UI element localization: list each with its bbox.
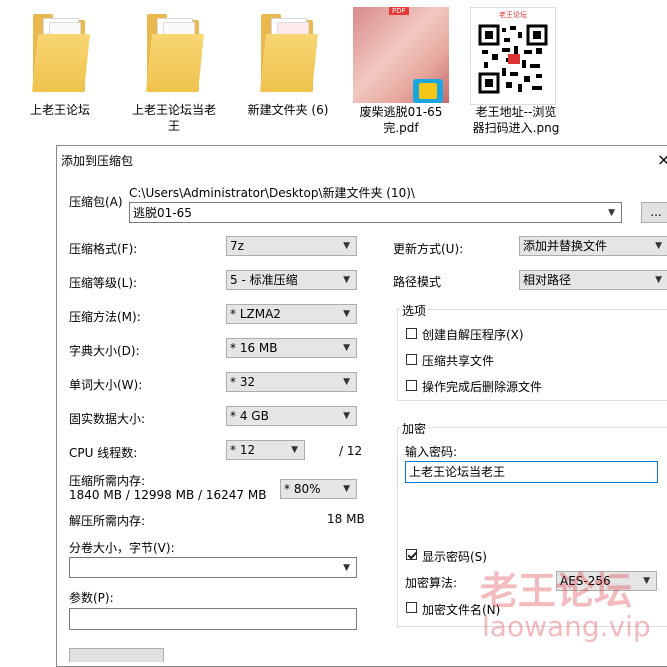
encrypt-names-checkbox[interactable] bbox=[406, 602, 417, 613]
password-label: 输入密码: bbox=[405, 445, 458, 459]
chevron-down-icon: ▼ bbox=[343, 241, 350, 251]
chevron-down-icon: ▼ bbox=[343, 563, 350, 573]
method-select[interactable]: * LZMA2 ▼ bbox=[226, 304, 357, 324]
pdf-thumbnail-icon: PDF bbox=[353, 7, 449, 103]
qr-badge: 老王论坛 bbox=[499, 11, 527, 19]
shared-checkbox[interactable] bbox=[406, 354, 417, 365]
chevron-down-icon: ▼ bbox=[343, 309, 350, 319]
desktop-folder-2[interactable]: 上老王论坛当老王 bbox=[126, 0, 222, 134]
threads-total: / 12 bbox=[339, 444, 363, 458]
solid-value: * 4 GB bbox=[230, 409, 269, 423]
chevron-down-icon: ▼ bbox=[608, 208, 615, 218]
desktop-icon-label: 上老王论坛当老王 bbox=[131, 103, 216, 133]
chevron-down-icon: ▼ bbox=[343, 343, 350, 353]
password-input[interactable]: 上老王论坛当老王 bbox=[405, 461, 658, 483]
mem-compress-detail: 1840 MB / 12998 MB / 16247 MB bbox=[69, 488, 267, 502]
desktop-icon-label: 老王地址--浏览器扫码进入.png bbox=[472, 105, 560, 135]
desktop-folder-1[interactable]: 上老王论坛 bbox=[12, 0, 108, 118]
format-value: 7z bbox=[230, 239, 244, 253]
desktop-icon-label: 新建文件夹 (6) bbox=[247, 103, 329, 117]
browse-button[interactable]: ... bbox=[641, 202, 667, 223]
chevron-down-icon: ▼ bbox=[655, 275, 662, 285]
level-label: 压缩等级(L): bbox=[69, 276, 138, 290]
word-label: 单词大小(W): bbox=[69, 378, 143, 392]
params-input[interactable] bbox=[69, 608, 357, 630]
mem-decompress-label: 解压所需内存: bbox=[69, 514, 146, 528]
watermark-title: 老王论坛 bbox=[480, 569, 633, 613]
method-value: * LZMA2 bbox=[230, 307, 281, 321]
archive-name-value: 逃脱01-65 bbox=[133, 206, 192, 220]
bottom-button[interactable] bbox=[69, 648, 164, 662]
chevron-down-icon: ▼ bbox=[655, 241, 662, 251]
path-mode-value: 相对路径 bbox=[523, 273, 572, 287]
sfx-checkbox[interactable] bbox=[406, 328, 417, 339]
update-label: 更新方式(U): bbox=[393, 242, 464, 256]
level-select[interactable]: 5 - 标准压缩 ▼ bbox=[226, 270, 357, 290]
algo-label: 加密算法: bbox=[405, 576, 458, 590]
encryption-title: 加密 bbox=[400, 420, 429, 437]
word-select[interactable]: * 32 ▼ bbox=[226, 372, 357, 392]
params-label: 参数(P): bbox=[69, 591, 114, 605]
mem-percent-select[interactable]: * 80% ▼ bbox=[280, 479, 357, 499]
mem-compress-label: 压缩所需内存: bbox=[69, 474, 146, 488]
folder-icon bbox=[145, 14, 205, 92]
volume-label: 分卷大小，字节(V): bbox=[69, 541, 175, 555]
archive-path: C:\Users\Administrator\Desktop\新建文件夹 (10… bbox=[129, 186, 415, 200]
close-icon[interactable]: × bbox=[657, 150, 667, 169]
chevron-down-icon: ▼ bbox=[343, 411, 350, 421]
format-label: 压缩格式(F): bbox=[69, 242, 138, 256]
show-password-label[interactable]: 显示密码(S) bbox=[422, 548, 487, 565]
qr-code-icon bbox=[478, 24, 548, 94]
shared-label[interactable]: 压缩共享文件 bbox=[422, 352, 494, 369]
dict-select[interactable]: * 16 MB ▼ bbox=[226, 338, 357, 358]
dict-value: * 16 MB bbox=[230, 341, 278, 355]
chevron-down-icon: ▼ bbox=[343, 484, 350, 494]
dialog-title: 添加到压缩包 bbox=[61, 154, 134, 168]
delete-after-label[interactable]: 操作完成后删除源文件 bbox=[422, 378, 542, 395]
options-title: 选项 bbox=[400, 302, 429, 319]
sfx-label[interactable]: 创建自解压程序(X) bbox=[422, 326, 524, 343]
folder-icon bbox=[31, 14, 91, 92]
threads-select[interactable]: * 12 ▼ bbox=[226, 440, 305, 460]
chevron-down-icon: ▼ bbox=[343, 377, 350, 387]
folder-icon bbox=[259, 14, 319, 92]
solid-label: 固实数据大小: bbox=[69, 412, 146, 426]
format-select[interactable]: 7z ▼ bbox=[226, 236, 357, 256]
pdf-badge: PDF bbox=[389, 7, 409, 15]
update-select[interactable]: 添加并替换文件 ▼ bbox=[519, 236, 667, 256]
word-value: * 32 bbox=[230, 375, 256, 389]
dialog-titlebar[interactable]: 添加到压缩包 × bbox=[57, 146, 667, 172]
mem-decompress-value: 18 MB bbox=[327, 512, 365, 526]
desktop-folder-3[interactable]: 新建文件夹 (6) bbox=[240, 0, 336, 118]
qr-code-thumbnail-icon: 老王论坛 bbox=[470, 7, 556, 105]
chevron-down-icon: ▼ bbox=[291, 445, 298, 455]
watermark-url: laowang.vip bbox=[482, 610, 651, 643]
update-value: 添加并替换文件 bbox=[523, 239, 608, 253]
show-password-checkbox[interactable] bbox=[406, 549, 417, 560]
dict-label: 字典大小(D): bbox=[69, 344, 140, 358]
path-mode-label: 路径模式 bbox=[393, 275, 442, 289]
level-value: 5 - 标准压缩 bbox=[230, 273, 298, 287]
desktop-icon-label: 废柴逃脱01-65完.pdf bbox=[359, 105, 443, 135]
desktop-icon-label: 上老王论坛 bbox=[29, 103, 90, 117]
delete-after-checkbox[interactable] bbox=[406, 380, 417, 391]
path-mode-select[interactable]: 相对路径 ▼ bbox=[519, 270, 667, 290]
archive-name-combo[interactable]: 逃脱01-65 ▼ bbox=[129, 202, 622, 223]
chevron-down-icon: ▼ bbox=[643, 576, 650, 586]
chevron-down-icon: ▼ bbox=[343, 275, 350, 285]
threads-value: * 12 bbox=[230, 443, 256, 457]
method-label: 压缩方法(M): bbox=[69, 310, 141, 324]
mem-percent-value: * 80% bbox=[284, 482, 321, 496]
volume-combo[interactable]: ▼ bbox=[69, 557, 357, 578]
solid-select[interactable]: * 4 GB ▼ bbox=[226, 406, 357, 426]
archive-label: 压缩包(A) bbox=[69, 195, 123, 209]
threads-label: CPU 线程数: bbox=[69, 446, 138, 460]
